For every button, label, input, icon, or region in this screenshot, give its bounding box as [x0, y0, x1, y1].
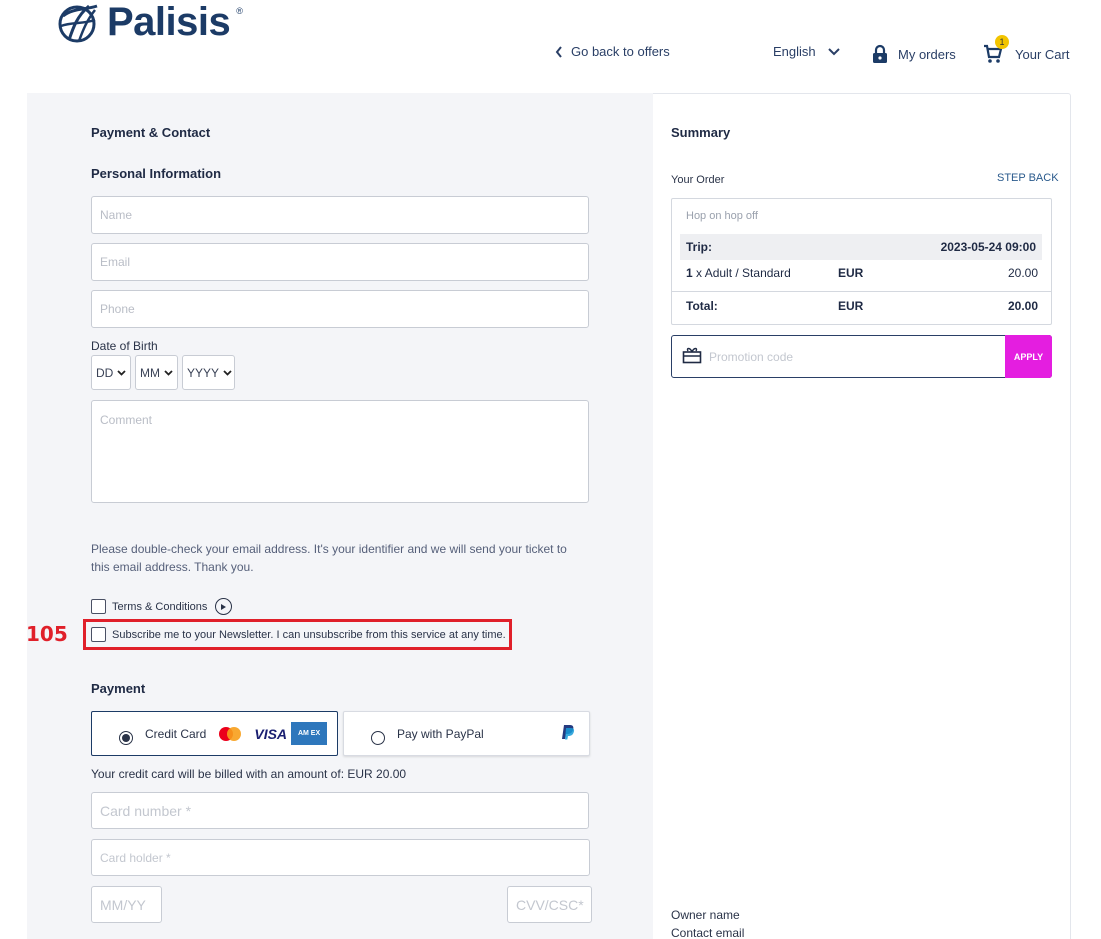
card-holder-field[interactable]: Card holder *	[91, 839, 590, 876]
dob-month-select[interactable]: MM	[135, 355, 178, 390]
dob-year-value: YYYY	[187, 365, 220, 380]
chevron-down-icon	[164, 369, 173, 376]
cvv-placeholder: CVV/CSC*	[516, 896, 584, 913]
expiry-placeholder: MM/YY	[100, 896, 146, 913]
order-item-row: 1 x Adult / Standard EUR 20.00	[686, 266, 1038, 280]
logo-text: Palisis	[107, 0, 231, 44]
go-back-link[interactable]: Go back to offers	[555, 44, 670, 59]
item-price: 20.00	[1007, 266, 1038, 280]
email-placeholder: Email	[100, 255, 131, 269]
card-number-placeholder: Card number *	[100, 802, 192, 819]
your-order-label: Your Order	[671, 174, 725, 186]
terms-row: Terms & Conditions	[91, 598, 233, 615]
dob-month-value: MM	[140, 365, 160, 380]
phone-field[interactable]: Phone	[91, 290, 589, 328]
item-currency: EUR	[838, 266, 864, 280]
total-price: 20.00	[1007, 299, 1038, 313]
card-number-field[interactable]: Card number *	[91, 792, 589, 829]
payment-title: Payment	[91, 681, 146, 696]
terms-label: Terms & Conditions	[112, 600, 208, 613]
name-placeholder: Name	[100, 208, 133, 222]
gift-icon	[682, 347, 702, 364]
dob-day-value: DD	[96, 365, 114, 380]
cart-count-badge: 1	[995, 35, 1009, 49]
credit-card-option[interactable]: Credit Card VISA AM EX	[91, 711, 338, 756]
paypal-option[interactable]: Pay with PayPal	[343, 711, 590, 756]
paypal-radio[interactable]	[371, 730, 385, 745]
contact-email-label: Contact email	[671, 926, 745, 939]
email-field[interactable]: Email	[91, 243, 589, 281]
cart-label: Your Cart	[1015, 46, 1070, 62]
paypal-label: Pay with PayPal	[397, 726, 484, 741]
lock-icon	[873, 44, 887, 63]
annotation-number: 105	[26, 622, 68, 646]
annotation-highlight-box	[83, 619, 512, 650]
comment-placeholder: Comment	[100, 413, 153, 427]
chevron-down-icon	[827, 47, 840, 55]
visa-logo-icon: VISA	[254, 725, 288, 742]
language-selector[interactable]: English	[773, 44, 840, 59]
radio-selected-dot	[122, 733, 130, 742]
step-back-link[interactable]: STEP BACK	[997, 172, 1059, 184]
cvv-field[interactable]: CVV/CSC*	[507, 886, 592, 923]
paypal-icon	[562, 724, 575, 739]
item-description: x Adult / Standard	[696, 266, 791, 280]
cart-link[interactable]: 1 Your Cart	[983, 35, 1070, 64]
payment-contact-title: Payment & Contact	[91, 125, 211, 140]
order-total-row: Total: EUR 20.00	[686, 299, 1038, 313]
promo-code-input[interactable]: Promotion code	[709, 350, 793, 364]
order-summary-box: Hop on hop off Trip: 2023-05-24 09:00 1 …	[671, 198, 1052, 325]
chevron-down-icon	[223, 369, 232, 376]
my-orders-link[interactable]: My orders	[872, 44, 956, 64]
amex-logo-icon: AM EX	[291, 722, 328, 745]
my-orders-label: My orders	[898, 46, 956, 62]
chevron-down-icon	[117, 369, 126, 376]
comment-field[interactable]: Comment	[91, 400, 589, 503]
dob-year-select[interactable]: YYYY	[182, 355, 235, 390]
phone-placeholder: Phone	[100, 302, 135, 316]
terms-checkbox[interactable]	[91, 599, 106, 614]
billed-notice: Your credit card will be billed with an …	[91, 767, 407, 781]
total-currency: EUR	[838, 299, 864, 313]
logo-registered-mark: ®	[236, 5, 243, 16]
credit-card-label: Credit Card	[145, 726, 207, 741]
trip-row: Trip: 2023-05-24 09:00	[680, 234, 1042, 260]
play-circle-icon[interactable]	[215, 598, 233, 615]
summary-title: Summary	[671, 125, 731, 140]
total-label: Total:	[686, 299, 718, 313]
palisis-logo[interactable]: Palisis ®	[55, 0, 243, 45]
promo-code-box: Promotion code APPLY	[671, 335, 1052, 378]
dob-day-select[interactable]: DD	[91, 355, 131, 390]
order-divider	[672, 291, 1051, 292]
language-label: English	[773, 44, 816, 59]
item-quantity: 1	[686, 266, 693, 280]
globe-logo-icon	[58, 4, 98, 42]
trip-datetime: 2023-05-24 09:00	[940, 240, 1036, 254]
order-product-name: Hop on hop off	[686, 210, 758, 222]
go-back-label: Go back to offers	[571, 44, 670, 59]
expiry-field[interactable]: MM/YY	[91, 886, 162, 923]
chevron-left-icon	[555, 45, 562, 58]
apply-button[interactable]: APPLY	[1005, 335, 1052, 378]
mastercard-icon	[219, 726, 242, 741]
card-holder-placeholder: Card holder *	[100, 850, 171, 865]
personal-info-title: Personal Information	[91, 166, 222, 181]
credit-card-radio[interactable]	[119, 730, 133, 745]
email-notice: Please double-check your email address. …	[91, 542, 567, 574]
owner-name-label: Owner name	[671, 908, 740, 922]
trip-label: Trip:	[686, 240, 712, 254]
dob-label: Date of Birth	[91, 339, 158, 353]
name-field[interactable]: Name	[91, 196, 589, 234]
